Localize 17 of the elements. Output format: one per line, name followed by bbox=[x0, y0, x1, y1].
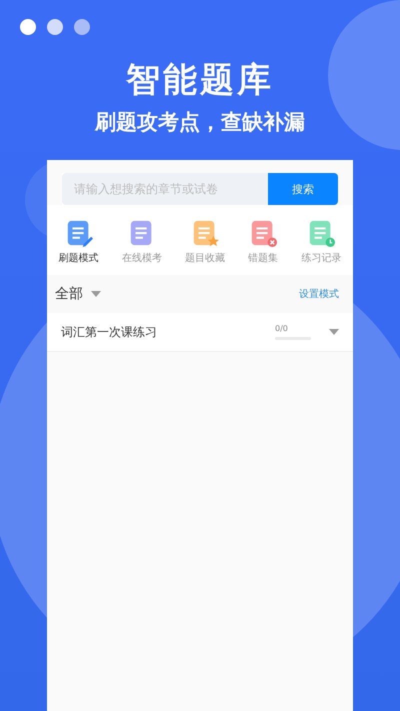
category-tab[interactable]: 题目收藏 bbox=[184, 219, 225, 265]
subheadline: 刷题攻考点，查缺补漏 bbox=[95, 109, 305, 136]
search-button[interactable]: 搜索 bbox=[268, 173, 338, 205]
caret-icon[interactable] bbox=[91, 291, 101, 297]
headline: 智能题库 bbox=[126, 60, 274, 100]
category-tab[interactable]: 刷题模式 bbox=[58, 219, 99, 265]
progress-count: 0/0 bbox=[275, 324, 289, 333]
document-icon bbox=[249, 219, 278, 247]
caret-icon[interactable] bbox=[329, 329, 339, 335]
filter-dropdown[interactable]: 全部 bbox=[55, 285, 83, 303]
settings-link[interactable]: 设置模式 bbox=[299, 287, 339, 301]
document-icon bbox=[307, 219, 336, 247]
category-tab[interactable]: 在线模考 bbox=[122, 219, 162, 265]
exercise-title[interactable]: 词汇第一次课练习 bbox=[61, 324, 157, 340]
category-tab[interactable]: 错题集 bbox=[248, 219, 278, 265]
category-tab[interactable]: 练习记录 bbox=[301, 219, 342, 265]
search-field[interactable]: 请输入想搜索的章节或试卷 bbox=[62, 173, 268, 205]
